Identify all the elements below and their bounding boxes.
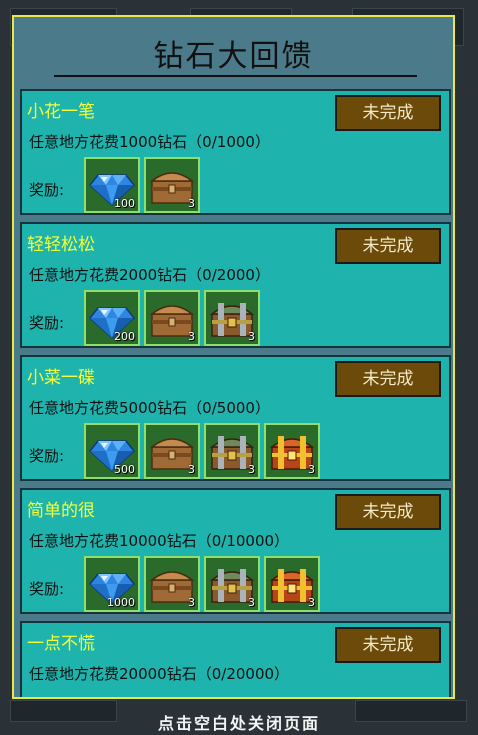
reward-label: 奖励: — [29, 447, 65, 465]
reward-list: 100 3 — [84, 157, 200, 213]
task-status-button[interactable]: 未完成 — [335, 494, 441, 530]
reward-item[interactable]: 3 — [204, 423, 260, 479]
reward-list: 500 3 3 3 — [84, 423, 320, 479]
task-name: 轻轻松松 — [27, 235, 95, 255]
task-description: 任意地方花费10000钻石（0/10000） — [29, 532, 290, 550]
reward-count: 3 — [188, 596, 195, 609]
reward-item[interactable]: 3 — [204, 556, 260, 612]
reward-count: 3 — [308, 463, 315, 476]
title-divider — [54, 75, 417, 77]
reward-label: 奖励: — [29, 314, 65, 332]
close-hint-text[interactable]: 点击空白处关闭页面 — [0, 713, 478, 735]
reward-item[interactable]: 3 — [144, 290, 200, 346]
task-status-button[interactable]: 未完成 — [335, 627, 441, 663]
reward-count: 500 — [114, 463, 135, 476]
reward-count: 200 — [114, 330, 135, 343]
task-list[interactable]: 小花一笔 未完成 任意地方花费1000钻石（0/1000） 奖励: 100 3 轻轻松松 未完… — [20, 89, 451, 697]
task-status-button[interactable]: 未完成 — [335, 228, 441, 264]
reward-count: 3 — [248, 463, 255, 476]
reward-list: 1000 3 3 3 — [84, 556, 320, 612]
task-description: 任意地方花费5000钻石（0/5000） — [29, 399, 270, 417]
reward-item[interactable]: 1000 — [84, 556, 140, 612]
reward-count: 3 — [188, 330, 195, 343]
task-card: 一点不慌 未完成任意地方花费20000钻石（0/20000） — [20, 621, 451, 697]
task-card: 小菜一碟 未完成任意地方花费5000钻石（0/5000） 奖励: 500 3 3 3 — [20, 355, 451, 481]
reward-item[interactable]: 500 — [84, 423, 140, 479]
task-card: 轻轻松松 未完成任意地方花费2000钻石（0/2000） 奖励: 200 3 3 — [20, 222, 451, 348]
reward-list: 200 3 3 — [84, 290, 260, 346]
reward-count: 1000 — [107, 596, 135, 609]
reward-item[interactable]: 3 — [144, 157, 200, 213]
reward-label: 奖励: — [29, 181, 65, 199]
diamond-reward-dialog: 钻石大回馈 小花一笔 未完成 任意地方花费1000钻石（0/1000） 奖励: 100 3… — [12, 15, 455, 699]
task-status-button[interactable]: 未完成 — [335, 361, 441, 397]
reward-item[interactable]: 3 — [264, 423, 320, 479]
dialog-title: 钻石大回馈 — [153, 39, 314, 74]
reward-label: 奖励: — [29, 580, 65, 598]
reward-item[interactable]: 3 — [264, 556, 320, 612]
task-description: 任意地方花费20000钻石（0/20000） — [29, 665, 290, 683]
task-name: 一点不慌 — [27, 634, 95, 654]
reward-item[interactable]: 200 — [84, 290, 140, 346]
reward-item[interactable]: 3 — [144, 423, 200, 479]
reward-item[interactable]: 100 — [84, 157, 140, 213]
task-description: 任意地方花费2000钻石（0/2000） — [29, 266, 270, 284]
reward-count: 3 — [248, 330, 255, 343]
task-description: 任意地方花费1000钻石（0/1000） — [29, 133, 270, 151]
reward-count: 3 — [248, 596, 255, 609]
task-name: 小菜一碟 — [27, 368, 95, 388]
reward-count: 100 — [114, 197, 135, 210]
reward-count: 3 — [188, 463, 195, 476]
task-card: 小花一笔 未完成任意地方花费1000钻石（0/1000） 奖励: 100 3 — [20, 89, 451, 215]
task-name: 小花一笔 — [27, 102, 95, 122]
task-status-button[interactable]: 未完成 — [335, 95, 441, 131]
task-name: 简单的很 — [27, 501, 95, 521]
reward-count: 3 — [308, 596, 315, 609]
task-card: 简单的很 未完成任意地方花费10000钻石（0/10000） 奖励: 1000 3 3 3 — [20, 488, 451, 614]
reward-item[interactable]: 3 — [204, 290, 260, 346]
reward-item[interactable]: 3 — [144, 556, 200, 612]
reward-count: 3 — [188, 197, 195, 210]
